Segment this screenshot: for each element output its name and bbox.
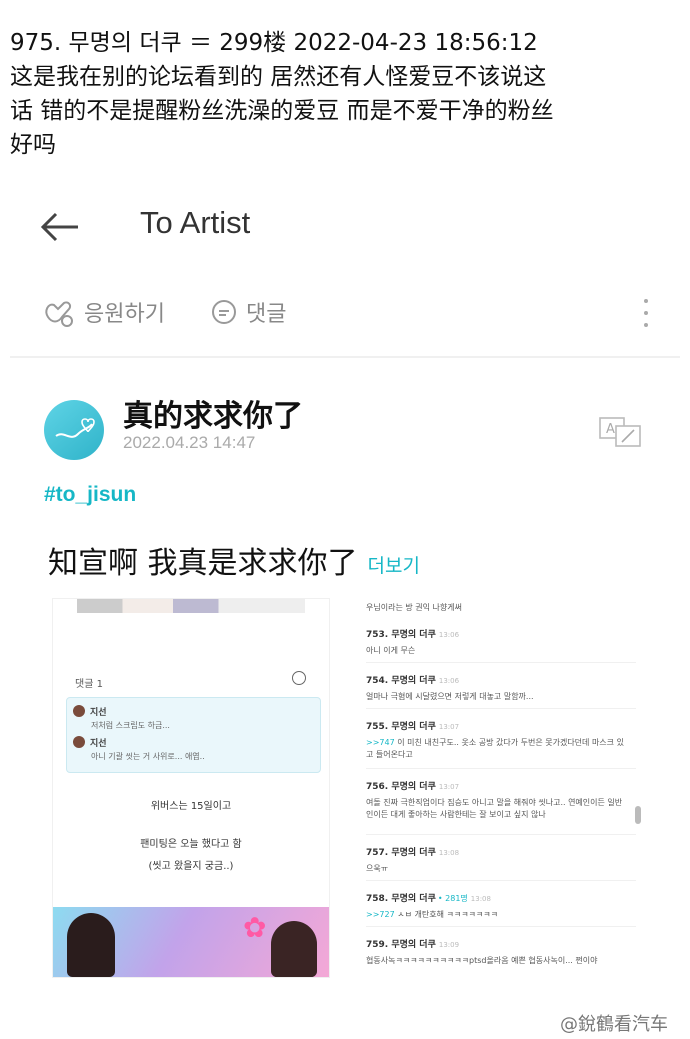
svg-text:A: A [606, 422, 615, 437]
caption-line: (씻고 왔을지 궁금..) [148, 861, 234, 872]
post-body: 知宣啊 我真是求求你了 더보기 [48, 538, 420, 582]
post-text-line: 这是我在别的论坛看到的 居然还有人怪爱豆不该说这 [10, 64, 547, 90]
reply-time: 13:07 [438, 783, 460, 791]
comment-box: 지선 저처럼 스크립도 하금... 지선 아니 기괄 씻는 거 사위로... 애… [66, 697, 321, 773]
reply-body: 이 미친 내친구도.. 옷소 공방 갔다가 두번은 못가겠다던데 마스크 있고 … [366, 738, 624, 759]
list-item: 757. 무명의 더쿠 13:08 으욱ㅠ [366, 840, 636, 881]
hashtag-link[interactable]: #to_jisun [44, 483, 136, 507]
cheer-button[interactable]: 응원하기 [42, 296, 165, 328]
avatar [73, 736, 85, 748]
comment-text: 저처럼 스크립도 하금... [91, 721, 170, 730]
list-item: 758. 무명의 더쿠 • 281명 13:08 >>727 ㅅㅂ 개탄호해 ㅋㅋㅋ… [366, 886, 636, 927]
post-text-line: 好吗 [10, 132, 56, 158]
translate-icon[interactable]: A [598, 416, 642, 448]
see-more-link[interactable]: 더보기 [368, 555, 420, 577]
cheer-label: 응원하기 [84, 302, 165, 327]
like-count: • 281명 [437, 894, 468, 903]
reply-time: 13:08 [438, 849, 460, 857]
comment-author: 지선 [90, 739, 107, 749]
list-item: 753. 무명의 더쿠 13:06 아니 이게 무슨 [366, 622, 636, 663]
comment-author: 지선 [90, 708, 107, 718]
reply-tag[interactable]: >>727 [366, 910, 395, 919]
flower-icon: ✿ [243, 911, 267, 944]
reply-tag[interactable]: >>747 [366, 738, 395, 747]
reply-number: 754. 무명의 더쿠 [366, 676, 436, 686]
photo-strip [77, 599, 305, 613]
reply-time: 13:07 [438, 723, 460, 731]
list-item: 754. 무명의 더쿠 13:06 얼마나 극혐에 시달렸으면 저렇게 대놓고 말… [366, 668, 636, 709]
back-arrow-icon[interactable] [40, 210, 80, 244]
post-date: 2022.04.23 14:47 [123, 433, 256, 452]
cheer-hand-icon [45, 301, 73, 327]
reply-number: 756. 무명의 더쿠 [366, 782, 436, 792]
attached-image-right[interactable]: 우님이라는 방 권익 나향게써 753. 무명의 더쿠 13:06 아니 이게 무… [344, 598, 642, 976]
reply-time: 13:06 [438, 677, 460, 685]
reply-time: 13:08 [470, 895, 491, 903]
reply-body: ㅅㅂ 개탄호해 ㅋㅋㅋㅋㅋㅋㅋ [397, 910, 498, 919]
reply-number: 758. 무명의 더쿠 [366, 894, 436, 904]
divider [10, 356, 680, 358]
comment-row: 지선 [73, 705, 107, 718]
comment-count: 댓글 1 [75, 679, 103, 690]
avatar[interactable] [44, 400, 104, 460]
caption-line: 위버스는 15일이고 [150, 801, 232, 812]
comment-label: 댓글 [246, 302, 287, 327]
scrollbar-thumb[interactable] [635, 806, 641, 824]
photo-person [271, 921, 317, 977]
embedded-screenshot: To Artist 응원하기 댓글 真的求求你了 2022.04.23 14:4… [10, 188, 680, 988]
photo-sticker: ✿ [53, 907, 329, 977]
comment-button[interactable]: 댓글 [210, 296, 286, 328]
heart-logo-icon [55, 418, 95, 438]
post-body-text: 知宣啊 我真是求求你了 [48, 546, 358, 581]
reply-text: >>727 ㅅㅂ 개탄호해 ㅋㅋㅋㅋㅋㅋㅋ [366, 909, 636, 920]
comment-bubble-icon [212, 300, 236, 324]
post-text-line: 话 错的不是提醒粉丝洗澡的爱豆 而是不爱干净的粉丝 [10, 98, 554, 124]
reply-text: 아니 이게 무슨 [366, 646, 416, 655]
reply-text: 얼마나 극혐에 시달렸으면 저렇게 대놓고 말함까... [366, 692, 534, 701]
reply-number: 759. 무명의 더쿠 [366, 940, 436, 950]
more-vertical-icon[interactable] [640, 296, 652, 330]
thread-text: 우님이라는 방 권익 나향게써 [366, 603, 462, 612]
reply-time: 13:06 [438, 631, 460, 639]
watermark-text: @銳鶴看汽车 [560, 1014, 668, 1035]
attached-image-left[interactable]: 댓글 1 지선 저처럼 스크립도 하금... 지선 아니 기괄 씻는 거 사위로… [52, 598, 330, 978]
comment-text: 아니 기괄 씻는 거 사위로... 애엽.. [91, 752, 205, 761]
post-meta-line: 975. 무명의 더쿠 ＝ 299楼 2022-04-23 18:56:12 [10, 30, 538, 56]
reply-text: >>747 이 미친 내친구도.. 옷소 공방 갔다가 두번은 못가겠다던데 마… [366, 737, 628, 761]
reply-text: 여돌 진짜 극한직업이다 짐승도 아니고 말을 해줘야 씻나고.. 연예인이든 … [366, 798, 623, 819]
list-item: 759. 무명의 더쿠 13:09 협동사녹ㅋㅋㅋㅋㅋㅋㅋㅋㅋㅋptsd올라옴 예… [366, 932, 636, 972]
refresh-icon [292, 671, 306, 685]
list-item: 756. 무명의 더쿠 13:07 여돌 진짜 극한직업이다 짐승도 아니고 말을… [366, 774, 636, 835]
forum-post-header: 975. 무명의 더쿠 ＝ 299楼 2022-04-23 18:56:12 这… [10, 26, 680, 162]
caption-line: 팬미팅은 오늘 했다고 함 [140, 839, 242, 850]
photo-person [67, 913, 115, 977]
list-item: 755. 무명의 더쿠 13:07 >>747 이 미친 내친구도.. 옷소 공방… [366, 714, 636, 769]
avatar [73, 705, 85, 717]
reply-number: 755. 무명의 더쿠 [366, 722, 436, 732]
reply-number: 757. 무명의 더쿠 [366, 848, 436, 858]
post-title: 真的求求你了 [123, 399, 303, 434]
app-title: To Artist [140, 205, 251, 240]
reply-number: 753. 무명의 더쿠 [366, 630, 436, 640]
comment-row: 지선 [73, 736, 107, 749]
reply-text: 으욱ㅠ [366, 864, 389, 873]
reply-time: 13:09 [438, 941, 460, 949]
reply-text: 협동사녹ㅋㅋㅋㅋㅋㅋㅋㅋㅋㅋptsd올라옴 예쁜 협동사녹이... 쩐이야 [366, 956, 598, 965]
action-bar: 응원하기 댓글 [42, 296, 652, 334]
